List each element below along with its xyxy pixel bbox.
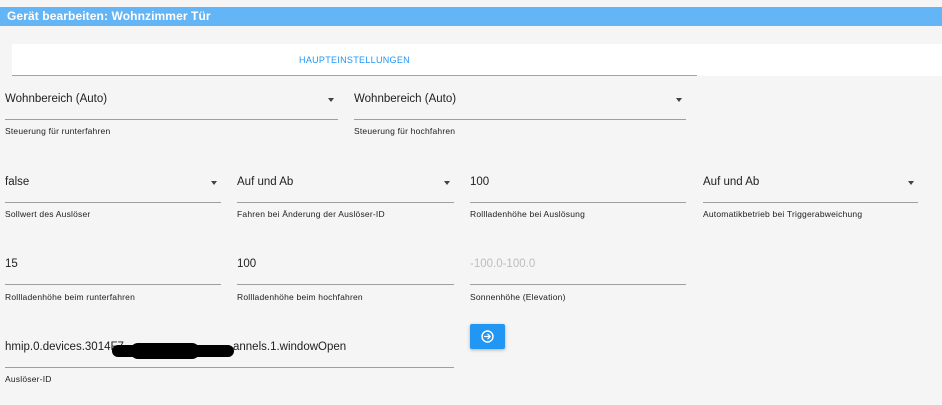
trigger-height-label: Rollladenhöhe bei Auslösung xyxy=(470,209,586,219)
down-control-label: Steuerung für runterfahren xyxy=(5,126,111,136)
auto-mode-label: Automatikbetrieb bei Triggerabweichung xyxy=(703,209,863,219)
down-control-select[interactable]: Wohnbereich (Auto) xyxy=(5,84,338,120)
down-control-value: Wohnbereich (Auto) xyxy=(5,93,108,105)
chevron-down-icon xyxy=(676,98,682,102)
tab-haupteinstellungen[interactable]: HAUPTEINSTELLUNGEN xyxy=(12,44,697,76)
arrow-circle-right-icon xyxy=(481,330,494,343)
down-height-label: Rollladenhöhe beim runterfahren xyxy=(5,292,136,302)
trigger-change-select[interactable]: Auf und Ab xyxy=(237,167,454,203)
trigger-id-value-start: hmip.0.devices.3014F7 xyxy=(5,341,124,353)
up-height-value: 100 xyxy=(237,258,257,270)
trigger-setpoint-value: false xyxy=(5,176,30,188)
elevation-label: Sonnenhöhe (Elevation) xyxy=(470,292,566,302)
down-height-value: 15 xyxy=(5,258,18,270)
trigger-change-value: Auf und Ab xyxy=(237,176,294,188)
up-control-select[interactable]: Wohnbereich (Auto) xyxy=(354,84,686,120)
auto-mode-value: Auf und Ab xyxy=(703,176,760,188)
trigger-id-value-end: annels.1.windowOpen xyxy=(233,341,347,353)
elevation-input[interactable]: -100.0-100.0 xyxy=(470,249,686,285)
up-control-label: Steuerung für hochfahren xyxy=(354,126,456,136)
trigger-setpoint-select[interactable]: false xyxy=(5,167,221,203)
chevron-down-icon xyxy=(211,181,217,185)
down-height-input[interactable]: 15 xyxy=(5,249,221,285)
trigger-height-value: 100 xyxy=(470,176,490,188)
tab-bar: HAUPTEINSTELLUNGEN xyxy=(12,44,942,76)
trigger-id-label: Auslöser-ID xyxy=(5,374,52,384)
trigger-height-input[interactable]: 100 xyxy=(470,167,686,203)
trigger-setpoint-label: Sollwert des Auslöser xyxy=(5,209,91,219)
dialog-title: Gerät bearbeiten: Wohnzimmer Tür xyxy=(0,7,942,26)
chevron-down-icon xyxy=(908,181,914,185)
up-height-label: Rollladenhöhe beim hochfahren xyxy=(237,292,363,302)
auto-mode-select[interactable]: Auf und Ab xyxy=(703,167,918,203)
select-trigger-id-button[interactable] xyxy=(470,324,505,349)
up-control-value: Wohnbereich (Auto) xyxy=(354,93,457,105)
redaction-mark xyxy=(130,343,200,359)
chevron-down-icon xyxy=(328,98,334,102)
up-height-input[interactable]: 100 xyxy=(237,249,454,285)
elevation-placeholder: -100.0-100.0 xyxy=(470,258,536,270)
trigger-change-label: Fahren bei Änderung der Auslöser-ID xyxy=(237,209,385,219)
chevron-down-icon xyxy=(444,181,450,185)
